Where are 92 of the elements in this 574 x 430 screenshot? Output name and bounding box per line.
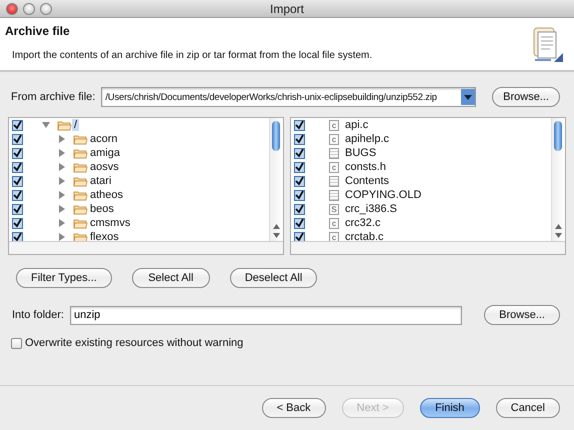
file-name[interactable]: crc32.c (343, 217, 382, 229)
file-name[interactable]: crc_i386.S (343, 203, 399, 215)
page-description: Import the contents of an archive file in zip or tar format from the local file system. (11, 50, 372, 61)
checkbox[interactable] (12, 120, 23, 130)
browse-button[interactable]: Browse... (484, 305, 560, 325)
folder-icon (73, 232, 88, 241)
folder-icon (73, 218, 88, 228)
wizard-button[interactable]: Finish (420, 398, 480, 418)
file-name[interactable]: Contents (343, 175, 392, 187)
selection-button[interactable]: Filter Types... (16, 268, 112, 288)
text-file-icon (329, 176, 339, 186)
scrollbar[interactable] (551, 118, 565, 241)
folder-icon (73, 162, 88, 172)
archive-file-combo[interactable]: /Users/chrish/Documents/developerWorks/chrish-unix-eclipsebuilding/unzip552.zip (101, 87, 476, 107)
file-name[interactable]: consts.h (343, 161, 388, 173)
scrollbar[interactable] (269, 118, 283, 241)
scroll-thumb[interactable] (272, 121, 280, 151)
checkbox[interactable] (294, 204, 305, 214)
browse-button[interactable]: Browse... (492, 87, 560, 107)
minimize-button[interactable] (23, 2, 35, 14)
source-file-icon: S (329, 204, 339, 214)
checkbox[interactable] (12, 176, 23, 186)
folder-icon (73, 148, 88, 158)
into-folder-field[interactable]: unzip (70, 306, 462, 324)
source-file-icon: c (329, 162, 339, 172)
checkbox[interactable] (294, 232, 305, 241)
checkbox[interactable] (12, 148, 23, 158)
scroll-arrows-icon[interactable] (555, 223, 562, 239)
text-file-icon (329, 148, 339, 158)
page-title: Archive file (5, 24, 71, 38)
checkbox[interactable] (294, 134, 305, 144)
folder-icon (73, 204, 88, 214)
expand-triangle-icon[interactable] (58, 149, 66, 157)
expand-triangle-icon[interactable] (58, 205, 66, 213)
close-button[interactable] (6, 2, 18, 14)
checkbox[interactable] (12, 204, 23, 214)
expand-triangle-icon[interactable] (58, 135, 66, 143)
expand-triangle-icon[interactable] (42, 121, 50, 129)
checkbox[interactable] (12, 232, 23, 241)
checkbox[interactable] (12, 218, 23, 228)
checkbox[interactable] (294, 120, 305, 130)
expand-triangle-icon[interactable] (58, 163, 66, 171)
dropdown-icon[interactable] (461, 89, 476, 105)
checkbox[interactable] (11, 338, 22, 348)
text-file-icon (329, 190, 339, 200)
folder-name[interactable]: / (72, 119, 80, 131)
folder-name[interactable]: atheos (88, 189, 126, 201)
folder-name[interactable]: acorn (88, 133, 120, 145)
file-name[interactable]: api.c (343, 119, 370, 131)
folder-icon (73, 190, 88, 200)
folder-name[interactable]: flexos (88, 231, 121, 241)
folder-icon (73, 176, 88, 186)
folder-name[interactable]: amiga (88, 147, 122, 159)
archive-file-label: From archive file: (11, 91, 96, 103)
source-file-icon: c (329, 134, 339, 144)
file-name[interactable]: crctab.c (343, 231, 386, 241)
checkbox[interactable] (12, 190, 23, 200)
folder-icon (57, 120, 72, 130)
file-name[interactable]: COPYING.OLD (343, 189, 424, 201)
wizard-button[interactable]: Cancel (496, 398, 560, 418)
window-title: Import (270, 2, 304, 16)
file-name[interactable]: BUGS (343, 147, 378, 159)
selection-button[interactable]: Select All (132, 268, 210, 288)
horizontal-scrollbar[interactable] (291, 241, 565, 254)
expand-triangle-icon[interactable] (58, 191, 66, 199)
into-folder-label: Into folder: (12, 309, 64, 321)
folder-icon (73, 134, 88, 144)
selection-button[interactable]: Deselect All (230, 268, 318, 288)
source-file-icon: c (329, 218, 339, 228)
folder-name[interactable]: beos (88, 203, 116, 215)
expand-triangle-icon[interactable] (58, 177, 66, 185)
zoom-button[interactable] (40, 2, 52, 14)
checkbox[interactable] (12, 162, 23, 172)
source-file-icon: c (329, 232, 339, 241)
overwrite-label: Overwrite existing resources without warning (25, 337, 244, 349)
source-file-icon: c (329, 120, 339, 130)
folder-name[interactable]: cmsmvs (88, 217, 132, 229)
scroll-thumb[interactable] (554, 121, 562, 151)
checkbox[interactable] (294, 218, 305, 228)
checkbox[interactable] (12, 134, 23, 144)
expand-triangle-icon[interactable] (58, 233, 66, 241)
folder-name[interactable]: aosvs (88, 161, 121, 173)
folder-name[interactable]: atari (88, 175, 114, 187)
checkbox[interactable] (294, 190, 305, 200)
horizontal-scrollbar[interactable] (9, 241, 283, 254)
expand-triangle-icon[interactable] (58, 219, 66, 227)
scroll-arrows-icon[interactable] (273, 223, 280, 239)
wizard-button[interactable]: < Back (262, 398, 326, 418)
checkbox[interactable] (294, 162, 305, 172)
file-name[interactable]: apihelp.c (343, 133, 392, 145)
checkbox[interactable] (294, 176, 305, 186)
checkbox[interactable] (294, 148, 305, 158)
